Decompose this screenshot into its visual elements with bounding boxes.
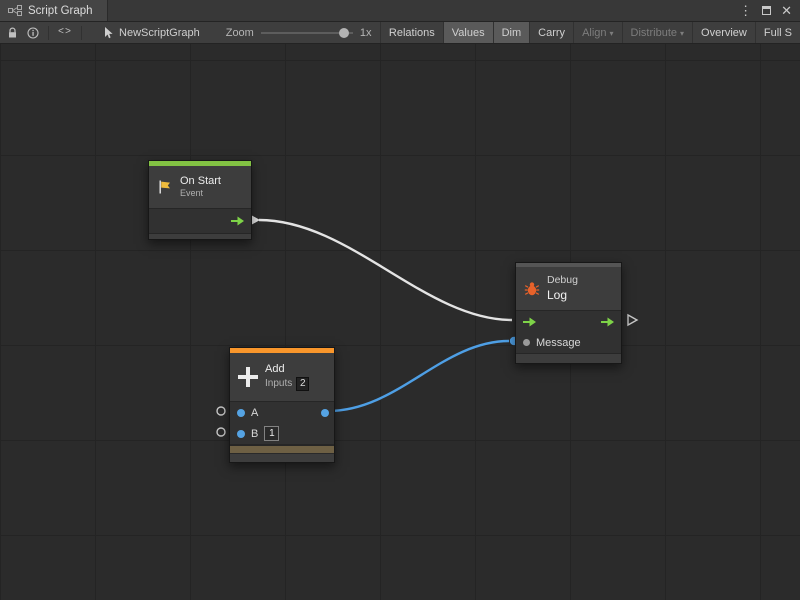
graph-breadcrumb[interactable]: NewScriptGraph: [104, 22, 200, 43]
distribute-button[interactable]: Distribute ▾: [622, 22, 692, 43]
zoom-value: 1x: [360, 27, 372, 39]
align-button[interactable]: Align ▾: [573, 22, 621, 43]
message-port-dot[interactable]: [523, 339, 530, 346]
node-add[interactable]: Add Inputs 2 A B 1: [229, 347, 335, 463]
port-b-value-field[interactable]: 1: [264, 426, 279, 441]
zoom-slider-handle[interactable]: [339, 28, 349, 38]
node-subtitle: Debug: [547, 274, 578, 287]
port-row-a: A: [230, 402, 334, 423]
toolbar-separator: [48, 26, 49, 40]
node-ports: Message: [516, 310, 621, 354]
trigger-arrow-icon[interactable]: [231, 216, 244, 226]
menu-icon[interactable]: ⋮: [739, 4, 752, 17]
zoom-control: Zoom 1x: [226, 22, 372, 43]
toolbar-left: <>: [0, 22, 82, 43]
node-debug-log[interactable]: Debug Log Message: [515, 262, 622, 364]
plus-icon: [238, 367, 258, 387]
overview-button[interactable]: Overview: [692, 22, 755, 43]
node-footer: [516, 354, 621, 363]
port-a-label: A: [251, 407, 258, 419]
flag-icon: [157, 179, 173, 195]
relations-button[interactable]: Relations: [380, 22, 443, 43]
node-header: On Start Event: [149, 166, 251, 208]
node-footer-accent: [230, 445, 334, 453]
close-icon[interactable]: ✕: [781, 4, 792, 17]
toolbar-separator: [81, 26, 82, 40]
zoom-slider[interactable]: [261, 32, 353, 34]
trigger-out-arrow-icon[interactable]: [601, 317, 614, 327]
carry-button[interactable]: Carry: [529, 22, 573, 43]
port-b-label: B: [251, 428, 258, 440]
chevron-down-icon: ▾: [680, 29, 684, 38]
node-subtitle: Event: [180, 188, 221, 199]
graph-icon: [8, 5, 22, 17]
script-graph-window: Script Graph ⋮ ✕ <>: [0, 0, 800, 600]
chevron-down-icon: ▾: [610, 29, 614, 38]
port-b-input-dot[interactable]: [237, 430, 245, 438]
trigger-output-port-connected[interactable]: [251, 215, 260, 225]
wire-value-connection[interactable]: [328, 341, 509, 411]
dim-button[interactable]: Dim: [493, 22, 530, 43]
node-title: Log: [547, 288, 578, 303]
trigger-in-arrow-icon[interactable]: [523, 317, 536, 327]
titlebar: Script Graph ⋮ ✕: [0, 0, 800, 22]
values-button[interactable]: Values: [443, 22, 493, 43]
port-a-unconnected-ring[interactable]: [217, 407, 225, 415]
sum-output-dot[interactable]: [321, 409, 329, 417]
node-ports: A B 1: [230, 401, 334, 445]
tab-script-graph[interactable]: Script Graph: [0, 0, 108, 21]
trigger-output-unconnected-triangle[interactable]: [628, 315, 637, 325]
node-header: Debug Log: [516, 267, 621, 310]
graph-toolbar: <> NewScriptGraph Zoom 1x Relations Valu…: [0, 22, 800, 44]
port-b-unconnected-ring[interactable]: [217, 428, 225, 436]
bug-icon: [524, 281, 540, 297]
zoom-label: Zoom: [226, 27, 254, 39]
graph-canvas[interactable]: On Start Event Add: [0, 44, 800, 600]
message-row: Message: [516, 332, 621, 353]
node-header: Add Inputs 2: [230, 353, 334, 401]
node-footer: [149, 234, 251, 239]
trigger-row: [516, 311, 621, 332]
node-title: On Start: [180, 175, 221, 189]
graph-name: NewScriptGraph: [119, 27, 200, 39]
message-port-label: Message: [536, 337, 581, 349]
maximize-icon[interactable]: [762, 6, 771, 15]
port-a-input-dot[interactable]: [237, 409, 245, 417]
code-icon[interactable]: <>: [58, 27, 72, 38]
info-icon[interactable]: [27, 27, 39, 39]
toolbar-buttons: Relations Values Dim Carry Align ▾ Distr…: [380, 22, 800, 43]
lock-icon[interactable]: [7, 27, 18, 39]
node-subtitle: Inputs: [265, 378, 292, 391]
node-footer: [230, 453, 334, 462]
cursor-icon: [104, 27, 114, 39]
node-title: Add: [265, 363, 309, 377]
node-ports: [149, 208, 251, 234]
inputs-count-field[interactable]: 2: [296, 377, 309, 391]
wire-trigger-connection[interactable]: [259, 220, 512, 320]
wires-layer: [0, 44, 800, 600]
port-row-b: B 1: [230, 423, 334, 444]
node-on-start[interactable]: On Start Event: [148, 160, 252, 240]
tab-title: Script Graph: [28, 5, 93, 17]
trigger-output-row: [149, 209, 251, 233]
fullscreen-button[interactable]: Full S: [755, 22, 800, 43]
window-controls: ⋮ ✕: [739, 0, 800, 21]
